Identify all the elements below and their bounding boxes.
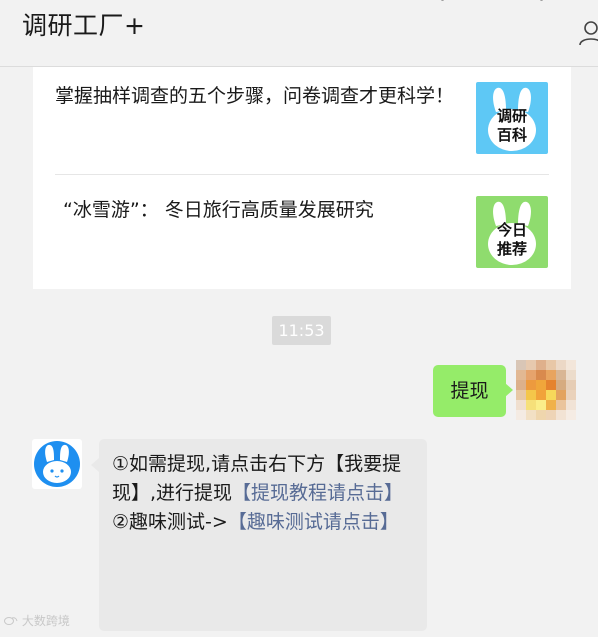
- my-avatar[interactable]: [516, 360, 576, 420]
- withdraw-tutorial-link[interactable]: 【提现教程请点击】: [232, 482, 403, 504]
- sent-bubble-tail: [505, 383, 513, 397]
- thumb-text: 今日: [496, 221, 527, 239]
- article-title[interactable]: 掌握抽样调查的五个步骤，问卷调查才更科学！: [55, 81, 465, 111]
- thumb-text: 百科: [496, 126, 527, 144]
- fun-test-link[interactable]: 【趣味测试请点击】: [228, 511, 399, 533]
- article-thumbnail[interactable]: 今日 推荐: [476, 196, 548, 268]
- message-timestamp: 11:53: [272, 316, 331, 345]
- received-message-bubble: ①如需提现,请点击右下方【我要提现】,进行提现【提现教程请点击】 ②趣味测试->…: [99, 439, 427, 631]
- fun-test-text: ②趣味测试->: [112, 511, 228, 533]
- sent-message-bubble[interactable]: 提现: [433, 365, 506, 417]
- article-title[interactable]: “冰雪游”： 冬日旅行高质量发展研究: [63, 195, 473, 225]
- chat-header: 调研工厂+: [0, 0, 598, 67]
- watermark-logo-icon: [4, 617, 18, 625]
- thumb-text: 推荐: [496, 240, 527, 258]
- rabbit-logo-icon: [34, 441, 80, 487]
- watermark-text: 大数跨境: [21, 614, 70, 628]
- article-item[interactable]: 掌握抽样调查的五个步骤，问卷调查才更科学！ 调研 百科: [33, 67, 571, 174]
- thumb-text: 调研: [496, 107, 527, 125]
- received-message-text: ①如需提现,请点击右下方【我要提现】,进行提现【提现教程请点击】 ②趣味测试->…: [112, 450, 417, 537]
- article-card: 掌握抽样调查的五个步骤，问卷调查才更科学！ 调研 百科 “冰雪游”： 冬日旅行高…: [33, 67, 571, 289]
- article-item[interactable]: “冰雪游”： 冬日旅行高质量发展研究 今日 推荐: [33, 175, 571, 289]
- article-thumbnail[interactable]: 调研 百科: [476, 82, 548, 154]
- received-bubble-tail: [91, 458, 99, 472]
- chat-title: 调研工厂+: [22, 11, 146, 40]
- user-icon[interactable]: [578, 20, 598, 46]
- bot-avatar[interactable]: [32, 439, 82, 489]
- watermark: 大数跨境: [4, 612, 70, 629]
- header-dot: [441, 0, 444, 1]
- header-dot: [540, 0, 543, 1]
